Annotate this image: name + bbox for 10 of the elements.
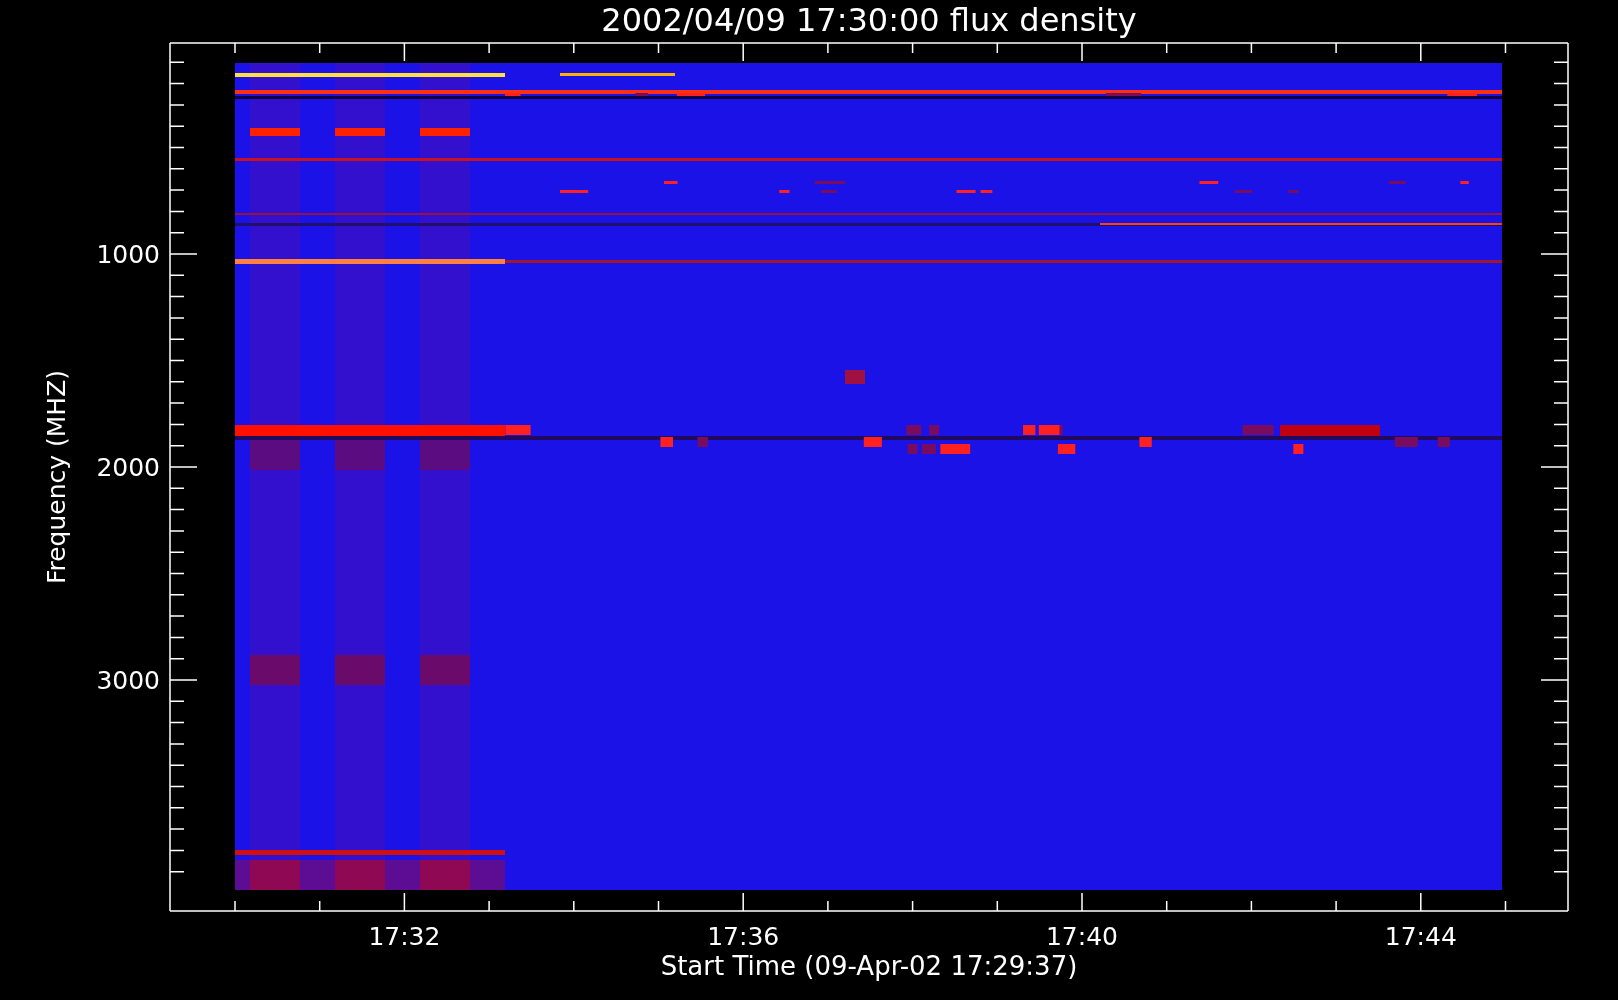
x-tick-label: 17:44 <box>1384 922 1457 951</box>
chart-title: 2002/04/09 17:30:00 flux density <box>601 1 1137 39</box>
x-tick-label: 17:32 <box>368 922 441 951</box>
y-axis-title: Frequency (MHZ) <box>42 369 71 585</box>
x-tick-label: 17:40 <box>1046 922 1118 951</box>
y-tick-label: 3000 <box>96 666 160 695</box>
x-tick-label: 17:36 <box>707 922 780 951</box>
y-tick-label: 2000 <box>96 453 160 482</box>
x-axis-title: Start Time (09-Apr-02 17:29:37) <box>660 951 1078 981</box>
y-tick-label: 1000 <box>96 240 160 269</box>
